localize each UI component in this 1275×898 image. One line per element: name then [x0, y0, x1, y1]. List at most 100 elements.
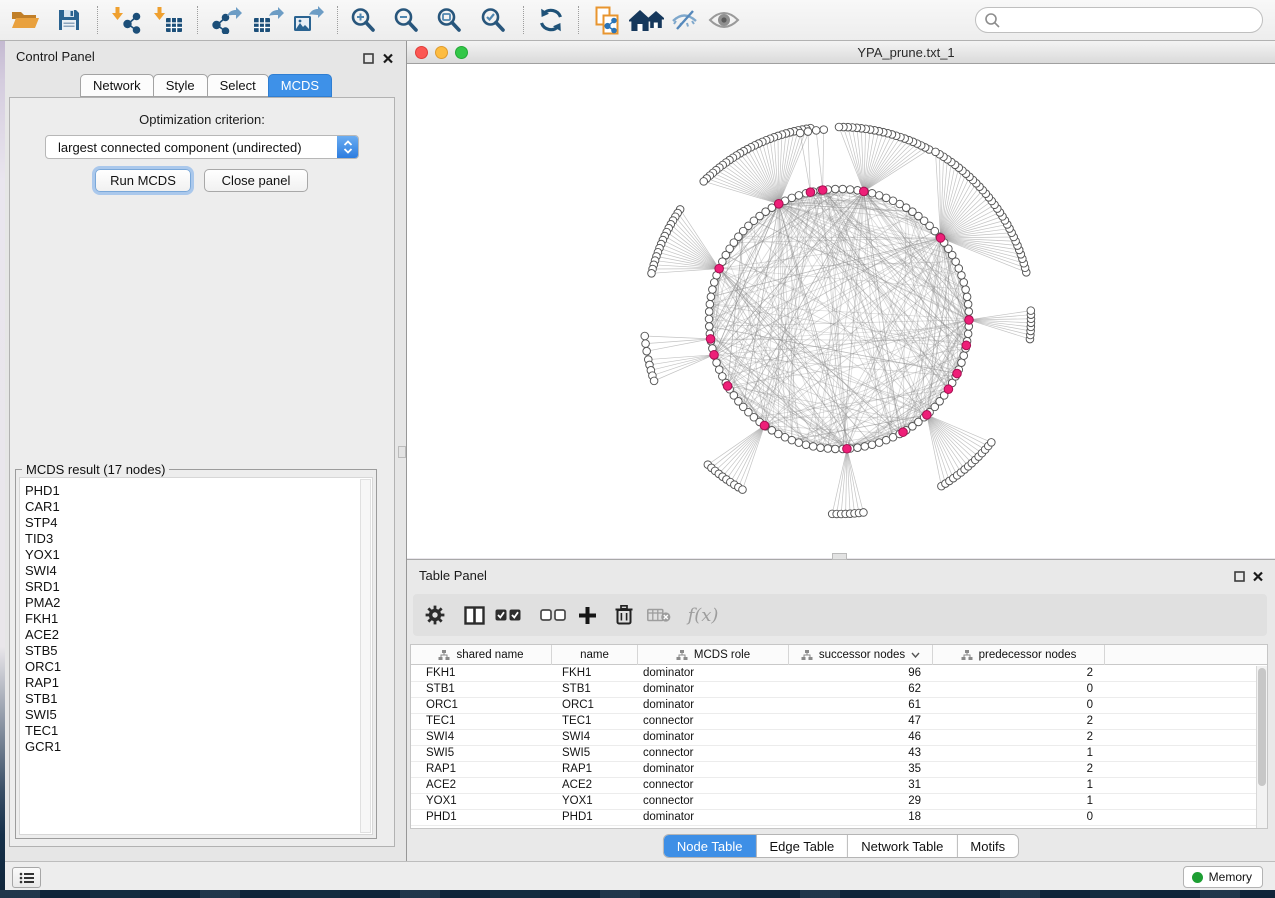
columns-icon: [464, 606, 485, 625]
zoom-out-button[interactable]: [388, 3, 424, 37]
column-header-name[interactable]: name: [552, 645, 638, 665]
mcds-node-item[interactable]: ACE2: [20, 627, 372, 643]
network-graph[interactable]: [407, 64, 1275, 558]
float-panel-icon[interactable]: [363, 51, 374, 69]
mcds-node-item[interactable]: PHD1: [20, 483, 372, 499]
toolbar-separator: [578, 6, 579, 34]
horizontal-splitter-handle[interactable]: [832, 553, 847, 560]
table-row[interactable]: SWI4SWI4dominator462: [411, 730, 1267, 746]
table-row[interactable]: ACE2ACE2connector311: [411, 778, 1267, 794]
checked-boxes-icon: [495, 609, 521, 621]
save-session-button[interactable]: [51, 3, 87, 37]
table-row[interactable]: TEC1TEC1connector472: [411, 714, 1267, 730]
column-label: MCDS role: [694, 649, 750, 661]
table-row[interactable]: PHD1PHD1dominator180: [411, 810, 1267, 826]
mcds-node-item[interactable]: YOX1: [20, 547, 372, 563]
mcds-result-items: PHD1CAR1STP4TID3YOX1SWI4SRD1PMA2FKH1ACE2…: [20, 478, 372, 755]
column-tree-icon: [676, 650, 688, 661]
zoom-selected-button[interactable]: [475, 3, 511, 37]
float-table-panel-icon[interactable]: [1234, 569, 1245, 587]
vertical-splitter-handle[interactable]: [398, 446, 406, 458]
table-cell: STB1: [411, 682, 552, 697]
table-scrollbar-thumb[interactable]: [1258, 668, 1266, 786]
close-table-panel-icon[interactable]: [1252, 569, 1264, 587]
mcds-node-item[interactable]: STB5: [20, 643, 372, 659]
table-cell: 2: [933, 730, 1105, 745]
column-header-MCDS-role[interactable]: MCDS role: [638, 645, 789, 665]
tab-edge-table[interactable]: Edge Table: [756, 835, 848, 857]
tab-network-table[interactable]: Network Table: [848, 835, 957, 857]
show-all-columns-button[interactable]: [493, 594, 523, 636]
table-row[interactable]: ORC1ORC1dominator610: [411, 698, 1267, 714]
tab-network[interactable]: Network: [80, 74, 154, 97]
mcds-node-item[interactable]: STB1: [20, 691, 372, 707]
column-label: name: [580, 649, 609, 661]
home-button[interactable]: [628, 3, 664, 37]
network-canvas[interactable]: [407, 64, 1275, 558]
mcds-list-scrollbar[interactable]: [360, 479, 371, 833]
mcds-node-item[interactable]: TID3: [20, 531, 372, 547]
table-settings-button[interactable]: [422, 594, 448, 636]
mcds-result-group: MCDS result (17 nodes) PHD1CAR1STP4TID3Y…: [15, 469, 377, 839]
split-view-button[interactable]: [461, 594, 487, 636]
export-image-button[interactable]: [290, 3, 326, 37]
column-header-successor-nodes[interactable]: successor nodes: [789, 645, 933, 665]
tab-mcds[interactable]: MCDS: [268, 74, 332, 97]
tab-select[interactable]: Select: [207, 74, 269, 97]
refresh-button[interactable]: [533, 3, 569, 37]
mcds-node-item[interactable]: GCR1: [20, 739, 372, 755]
column-header-predecessor-nodes[interactable]: predecessor nodes: [933, 645, 1105, 665]
show-panels-button[interactable]: [706, 3, 742, 37]
zoom-fit-button[interactable]: [431, 3, 467, 37]
table-row[interactable]: YOX1YOX1connector291: [411, 794, 1267, 810]
mcds-node-item[interactable]: TEC1: [20, 723, 372, 739]
mcds-node-item[interactable]: SWI5: [20, 707, 372, 723]
tab-style[interactable]: Style: [153, 74, 208, 97]
tab-node-table[interactable]: Node Table: [664, 835, 757, 857]
search-input[interactable]: [975, 7, 1263, 33]
import-network-button[interactable]: [108, 3, 144, 37]
mcds-node-item[interactable]: SWI4: [20, 563, 372, 579]
function-builder-button[interactable]: f(x): [683, 594, 723, 636]
mcds-node-item[interactable]: FKH1: [20, 611, 372, 627]
zoom-in-button[interactable]: [345, 3, 381, 37]
close-panel-button[interactable]: Close panel: [204, 169, 308, 192]
column-header-shared-name[interactable]: shared name: [411, 645, 552, 665]
hide-panels-button[interactable]: [667, 3, 703, 37]
table-cell: SWI5: [411, 746, 552, 761]
table-cell: 31: [789, 778, 933, 793]
mcds-node-item[interactable]: PMA2: [20, 595, 372, 611]
clone-network-button[interactable]: [589, 3, 625, 37]
table-row[interactable]: RAP1RAP1dominator352: [411, 762, 1267, 778]
table-cell: ORC1: [411, 698, 552, 713]
table-cell: 2: [933, 666, 1105, 681]
optimization-dropdown[interactable]: largest connected component (undirected): [45, 135, 359, 159]
run-mcds-button[interactable]: Run MCDS: [95, 169, 191, 192]
mcds-node-item[interactable]: ORC1: [20, 659, 372, 675]
tab-motifs[interactable]: Motifs: [957, 835, 1018, 857]
export-table-button[interactable]: [250, 3, 286, 37]
delete-column-button[interactable]: [611, 594, 637, 636]
delete-table-button[interactable]: [645, 594, 673, 636]
mcds-node-item[interactable]: STP4: [20, 515, 372, 531]
mcds-node-item[interactable]: CAR1: [20, 499, 372, 515]
mcds-result-list[interactable]: PHD1CAR1STP4TID3YOX1SWI4SRD1PMA2FKH1ACE2…: [19, 477, 373, 835]
table-row[interactable]: SWI5SWI5connector431: [411, 746, 1267, 762]
table-panel: Table Panel: [407, 559, 1275, 861]
task-history-button[interactable]: [12, 867, 41, 888]
import-table-button[interactable]: [150, 3, 186, 37]
table-cell: TEC1: [552, 714, 638, 729]
mcds-node-item[interactable]: RAP1: [20, 675, 372, 691]
table-row[interactable]: STB1STB1dominator620: [411, 682, 1267, 698]
mcds-node-item[interactable]: SRD1: [20, 579, 372, 595]
zoom-fit-icon: [435, 6, 463, 34]
open-file-button[interactable]: [7, 3, 43, 37]
close-panel-icon[interactable]: [382, 51, 394, 69]
table-row[interactable]: FKH1FKH1dominator962: [411, 666, 1267, 682]
add-column-button[interactable]: [574, 594, 600, 636]
table-cell: 43: [789, 746, 933, 761]
memory-button[interactable]: Memory: [1183, 866, 1263, 888]
export-network-button[interactable]: [208, 3, 244, 37]
table-scrollbar[interactable]: [1256, 666, 1267, 828]
hide-all-columns-button[interactable]: [538, 594, 568, 636]
